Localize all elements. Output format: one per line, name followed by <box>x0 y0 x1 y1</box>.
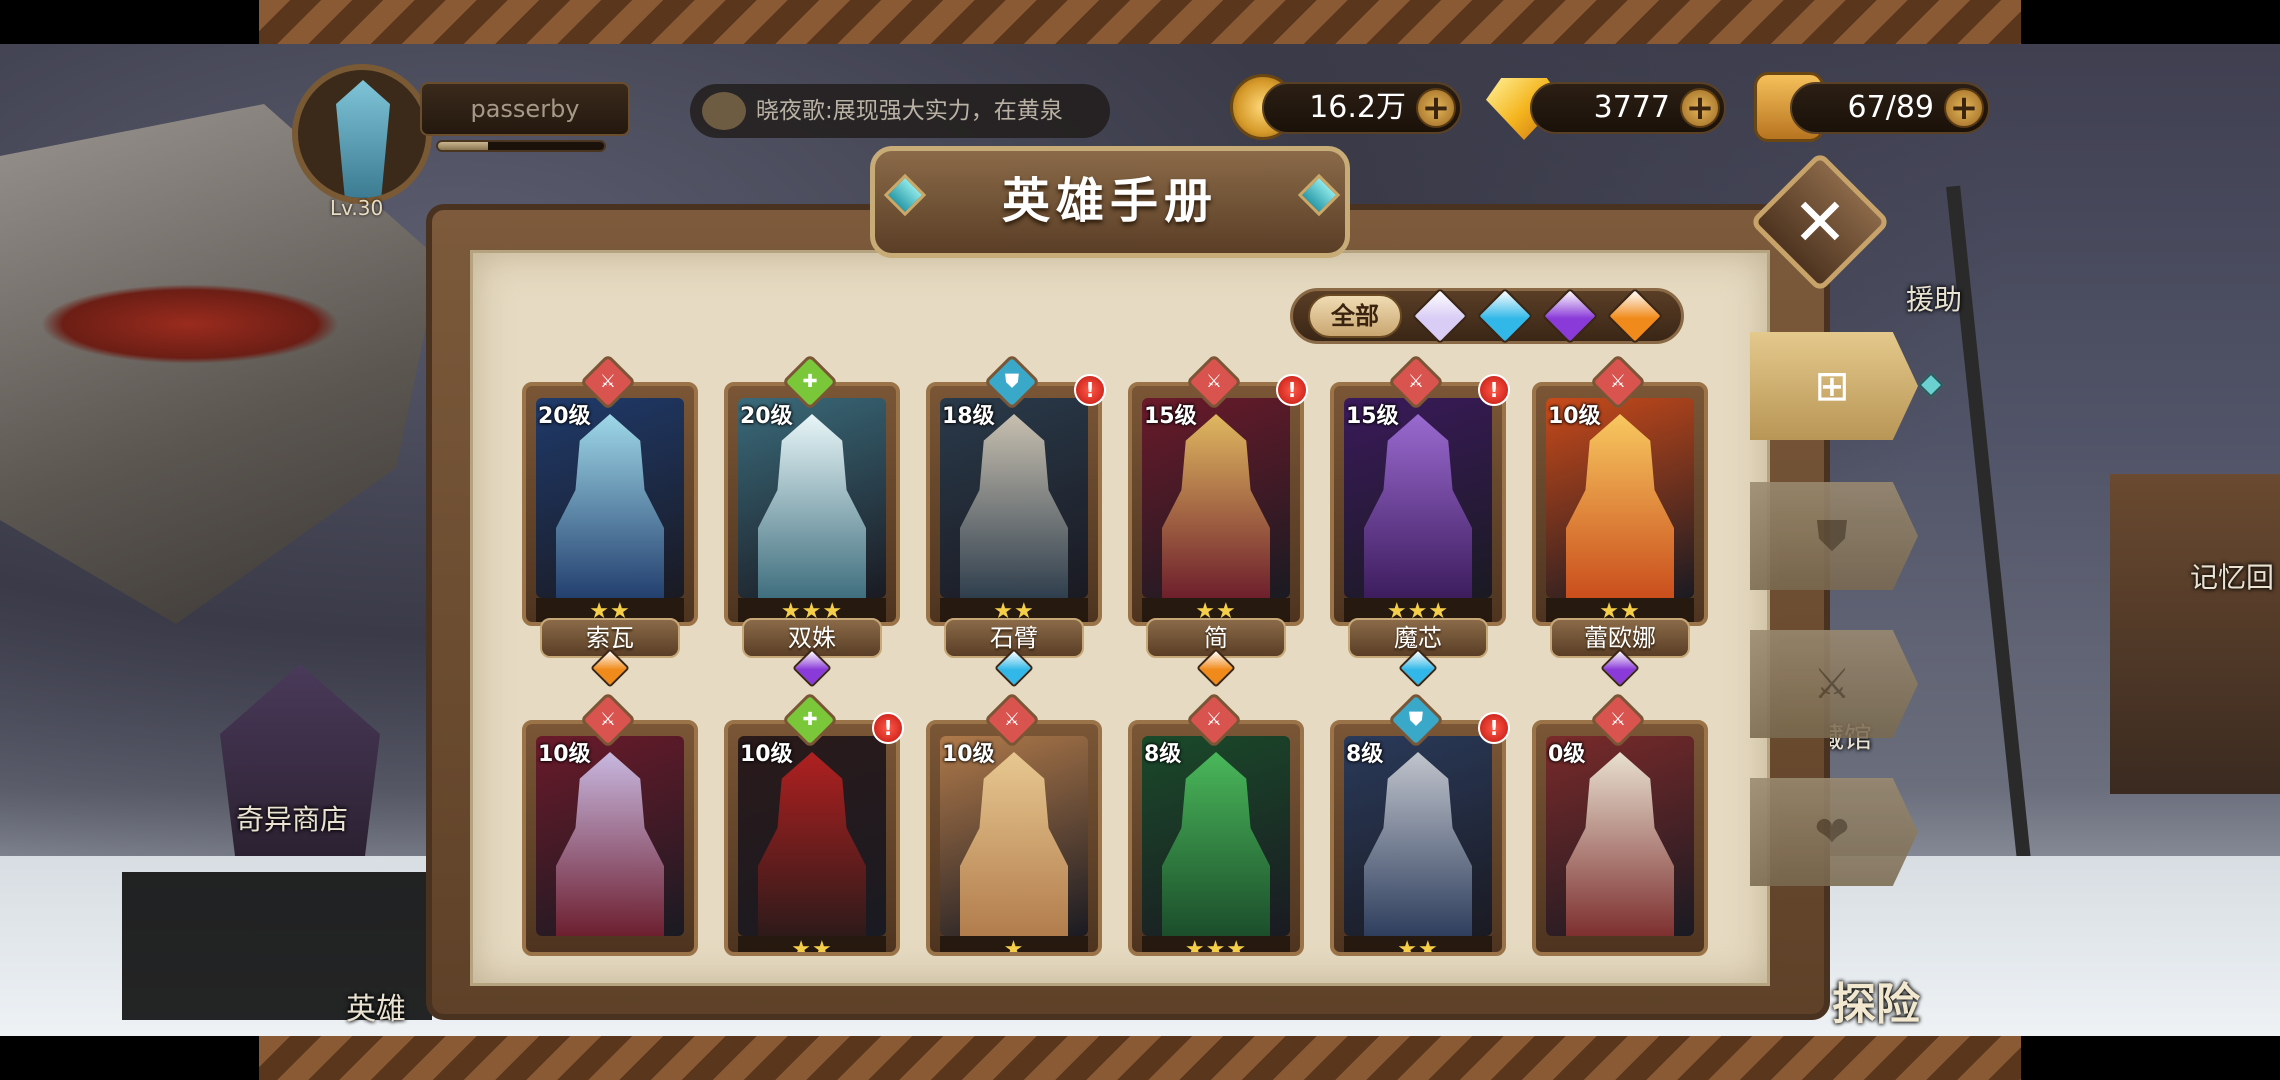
hero-card[interactable]: ★★ 8级 ⛊! <box>1330 691 1510 1010</box>
filter-all-button[interactable]: 全部 <box>1308 294 1402 338</box>
assist-label[interactable]: 援助 <box>1906 278 1962 318</box>
memory-label[interactable]: 记忆回 <box>2190 556 2274 596</box>
hero-figure <box>1162 414 1270 598</box>
hero-card[interactable]: ★★ 10级 ⚔ 蕾欧娜 <box>1532 353 1708 688</box>
alert-badge-icon: ! <box>1478 712 1510 744</box>
role-glyph: ⚔ <box>1407 371 1425 392</box>
role-glyph: ⚔ <box>1205 371 1223 392</box>
panel-title: 英雄手册 <box>870 146 1350 258</box>
tab-warrior-heroes[interactable]: ⚔ <box>1750 630 1918 738</box>
hero-nav-label[interactable]: 英雄 <box>346 984 406 1028</box>
hero-figure <box>758 752 866 936</box>
stamina-value: 67/89 <box>1847 90 1934 125</box>
role-glyph: ⚔ <box>1205 709 1223 730</box>
player-name[interactable]: passerby <box>420 82 630 136</box>
role-glyph: ⚔ <box>1003 709 1021 730</box>
shield-icon: ⛊ <box>1816 511 1848 560</box>
hero-figure <box>1566 752 1674 936</box>
chat-bubble-icon <box>702 92 746 130</box>
role-glyph: ⛊ <box>1409 709 1423 730</box>
alert-badge-icon: ! <box>1276 374 1308 406</box>
role-glyph: ⚔ <box>1609 709 1627 730</box>
chat-message: 晓夜歌:展现强大实力，在黄泉 <box>756 98 1063 124</box>
alert-badge-icon: ! <box>1478 374 1510 406</box>
tab-tank-heroes[interactable]: ⛊ <box>1750 482 1918 590</box>
close-icon: ✕ <box>1792 184 1848 261</box>
hero-level: 10级 <box>538 742 591 767</box>
hero-figure <box>960 752 1068 936</box>
memory-building[interactable] <box>2110 474 2280 794</box>
sword-icon: ⚔ <box>1813 659 1851 708</box>
hero-figure <box>556 414 664 598</box>
hero-level: 20级 <box>740 404 793 429</box>
player-level: Lv.30 <box>330 196 384 220</box>
hero-level: 10级 <box>740 742 793 767</box>
tab-support-heroes[interactable]: ❤ <box>1750 778 1918 886</box>
hero-stars: ★★ <box>1344 936 1492 952</box>
hero-level: 18级 <box>942 404 995 429</box>
role-glyph: ⚔ <box>599 371 617 392</box>
hero-figure <box>1364 414 1472 598</box>
hero-card[interactable]: ★★ 10级 ✚! <box>724 691 904 1010</box>
bottom-decorative-border <box>259 1036 2021 1080</box>
adventure-label[interactable]: 探险 <box>1832 968 1920 1032</box>
hero-card[interactable]: ★★★ 15级 ⚔! 魔芯 <box>1330 353 1510 688</box>
alert-badge-icon: ! <box>872 712 904 744</box>
role-glyph: ⚔ <box>1609 371 1627 392</box>
all-grid-icon: ⊞ <box>1814 361 1850 410</box>
gold-value: 16.2万 <box>1309 90 1406 125</box>
red-foliage <box>40 284 340 364</box>
exp-bar <box>436 140 606 152</box>
hero-level: 15级 <box>1144 404 1197 429</box>
role-glyph: ⚔ <box>599 709 617 730</box>
hero-level: 15级 <box>1346 404 1399 429</box>
hero-card[interactable]: ★★ 15级 ⚔! 简 <box>1128 353 1308 688</box>
hero-card[interactable]: ★★★ 20级 ✚ 双姝 <box>724 353 900 688</box>
exp-bar-fill <box>438 142 488 150</box>
avatar-face <box>336 80 390 198</box>
hero-figure <box>1364 752 1472 936</box>
hero-stars: ★★★ <box>1142 936 1290 952</box>
role-glyph: ✚ <box>802 371 818 392</box>
hero-card[interactable]: ★★ 20级 ⚔ 索瓦 <box>522 353 698 688</box>
stamina-counter: 67/89 + <box>1790 82 1990 134</box>
hero-level: 8级 <box>1144 742 1182 767</box>
hero-level: 10级 <box>1548 404 1601 429</box>
add-gold-button[interactable]: + <box>1416 88 1456 128</box>
diamond-value: 3777 <box>1593 90 1670 125</box>
tab-all-heroes[interactable]: ⊞ <box>1750 332 1918 440</box>
top-decorative-border <box>259 0 2021 44</box>
hero-card[interactable]: 0级 ⚔ <box>1532 691 1708 1010</box>
hero-figure <box>556 752 664 936</box>
chat-bar[interactable]: 晓夜歌:展现强大实力，在黄泉 <box>690 84 1110 138</box>
hero-stars: ★ <box>940 936 1088 952</box>
add-stamina-button[interactable]: + <box>1944 88 1984 128</box>
hero-level: 10级 <box>942 742 995 767</box>
diamond-counter: 3777 + <box>1530 82 1726 134</box>
add-diamond-button[interactable]: + <box>1680 88 1720 128</box>
gold-counter: 16.2万 + <box>1262 82 1462 134</box>
hero-figure <box>758 414 866 598</box>
hero-figure <box>960 414 1068 598</box>
role-glyph: ✚ <box>802 709 818 730</box>
hero-card[interactable]: 10级 ⚔ <box>522 691 698 1010</box>
hero-card[interactable]: ★ 10级 ⚔ <box>926 691 1102 1010</box>
hero-stars: ★★ <box>738 936 886 952</box>
hero-level: 20级 <box>538 404 591 429</box>
strange-shop-label[interactable]: 奇异商店 <box>236 798 348 838</box>
hero-card[interactable]: ★★★ 8级 ⚔ <box>1128 691 1304 1010</box>
hero-level: 0级 <box>1548 742 1586 767</box>
alert-badge-icon: ! <box>1074 374 1106 406</box>
player-avatar[interactable] <box>292 64 432 204</box>
heart-icon: ❤ <box>1814 807 1850 856</box>
hero-figure <box>1162 752 1270 936</box>
hero-level: 8级 <box>1346 742 1384 767</box>
hero-figure <box>1566 414 1674 598</box>
role-glyph: ⛊ <box>1005 371 1019 392</box>
hero-card[interactable]: ★★ 18级 ⛊! 石臂 <box>926 353 1106 688</box>
